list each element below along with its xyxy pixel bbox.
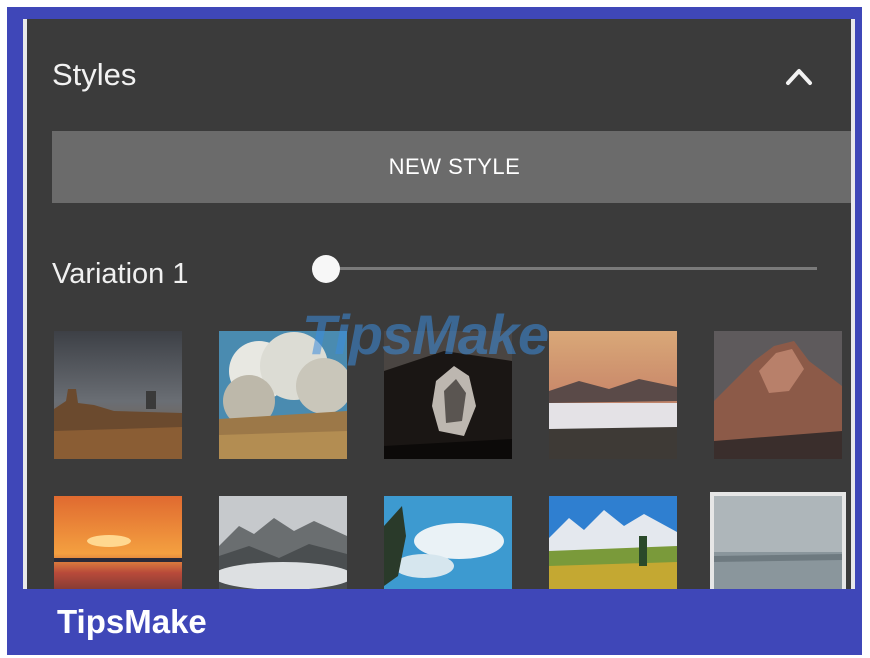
- style-thumbnail[interactable]: [219, 496, 347, 589]
- style-thumbnail[interactable]: [54, 496, 182, 589]
- slider-track: [322, 267, 817, 270]
- watermark: TipsMake: [302, 303, 549, 366]
- chevron-up-icon[interactable]: [784, 65, 814, 87]
- style-thumbnail[interactable]: [714, 331, 842, 459]
- variation-slider[interactable]: [312, 254, 817, 284]
- style-thumbnail[interactable]: [54, 331, 182, 459]
- styles-panel: Styles NEW STYLE Variation 1 TipsMake: [23, 19, 855, 589]
- footer-bar: TipsMake: [7, 589, 862, 655]
- slider-thumb[interactable]: [312, 255, 340, 283]
- brand-label: TipsMake: [57, 603, 207, 640]
- panel-title: Styles: [52, 57, 137, 92]
- new-style-button[interactable]: NEW STYLE: [52, 131, 851, 203]
- style-thumbnail[interactable]: [384, 496, 512, 589]
- style-thumbnail[interactable]: [549, 496, 677, 589]
- app-frame: Styles NEW STYLE Variation 1 TipsMake Ti…: [7, 7, 862, 655]
- variation-label: Variation 1: [52, 258, 189, 290]
- style-thumbnail[interactable]: [549, 331, 677, 459]
- style-thumbnail-selected[interactable]: [710, 492, 846, 589]
